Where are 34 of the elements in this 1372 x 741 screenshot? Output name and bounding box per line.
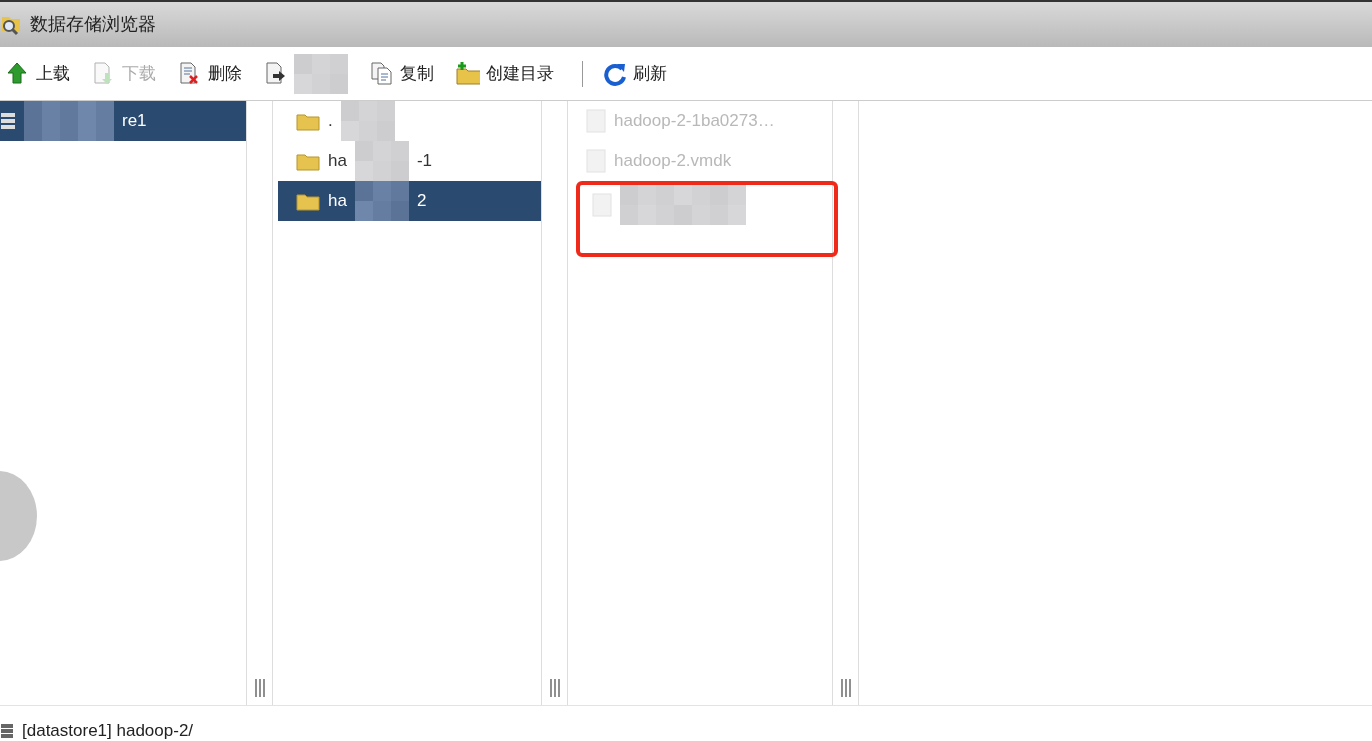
row-label: re1 — [122, 110, 147, 133]
file-icon — [586, 149, 606, 173]
toolbar-button[interactable]: 删除 — [176, 58, 254, 89]
resize-grip-icon — [254, 679, 265, 697]
new-folder-icon — [456, 61, 480, 86]
resize-grip-icon — [840, 679, 851, 697]
toolbar-button[interactable]: 复制 — [368, 58, 446, 89]
upload-icon — [6, 61, 30, 86]
folder-row[interactable]: . — [278, 101, 541, 141]
refresh-icon — [603, 61, 627, 86]
toolbar-button[interactable]: 刷新 — [601, 58, 679, 89]
file-icon — [586, 109, 606, 133]
resize-grip-icon — [549, 679, 560, 697]
folder-icon — [296, 151, 320, 171]
row-label: -1 — [416, 150, 433, 173]
folder-icon — [296, 191, 320, 211]
row-label: 2 — [416, 190, 427, 213]
folder-row[interactable]: ha 2 — [278, 181, 541, 221]
datastore-icon — [0, 111, 16, 131]
datastore-row[interactable]: re1 — [0, 101, 246, 141]
window-title: 数据存储浏览器 — [30, 13, 156, 36]
row-label: hadoop-2.vmdk — [614, 150, 732, 173]
row-label: ha — [328, 150, 347, 173]
status-path: [datastore1] hadoop-2/ — [22, 720, 194, 741]
folder-icon — [296, 111, 320, 131]
datastore-icon — [0, 723, 14, 739]
row-label: ha — [328, 190, 347, 213]
folder-row[interactable]: ha -1 — [278, 141, 541, 181]
toolbar-button[interactable]: 上载 — [4, 58, 82, 89]
row-label: hadoop-2-1ba0273… — [614, 110, 775, 133]
row-label: . — [328, 110, 333, 133]
file-icon — [592, 193, 612, 217]
toolbar-button[interactable]: 创建目录 — [454, 58, 566, 89]
copy-icon — [370, 61, 394, 86]
